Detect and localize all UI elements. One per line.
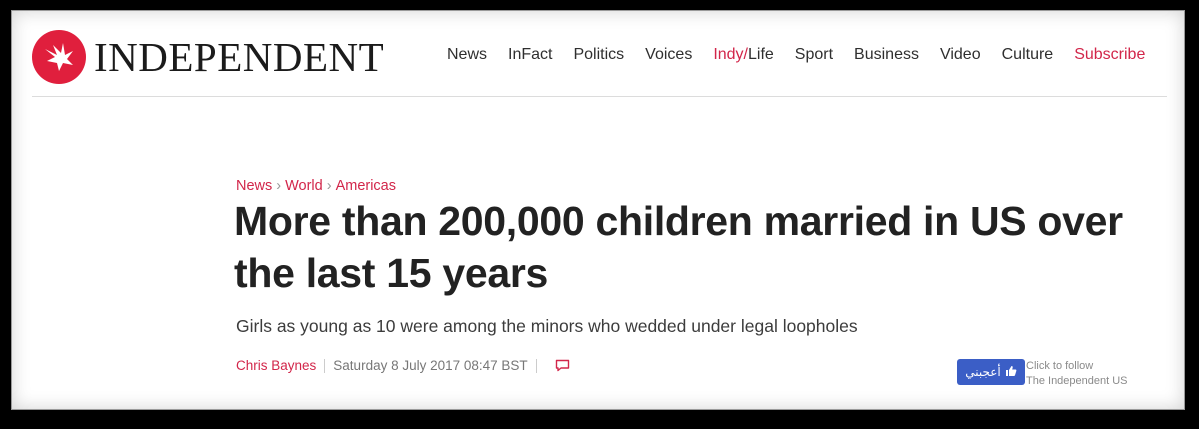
eagle-logo-icon xyxy=(32,30,86,84)
byline: Chris Baynes Saturday 8 July 2017 08:47 … xyxy=(236,358,570,373)
nav-item-video[interactable]: Video xyxy=(940,46,981,64)
main-nav: News InFact Politics Voices Indy/Life Sp… xyxy=(447,46,1145,64)
thumbs-up-icon xyxy=(1005,365,1017,380)
like-label: أعجبني xyxy=(965,365,1001,379)
facebook-like-button[interactable]: أعجبني xyxy=(957,359,1025,385)
breadcrumb-news[interactable]: News xyxy=(236,178,272,194)
indy-prefix: Indy/ xyxy=(713,46,748,63)
nav-item-voices[interactable]: Voices xyxy=(645,46,692,64)
nav-item-business[interactable]: Business xyxy=(854,46,919,64)
byline-divider xyxy=(324,358,326,373)
breadcrumb-separator: › xyxy=(276,178,282,194)
breadcrumb: News › World › Americas xyxy=(236,178,396,194)
nav-item-news[interactable]: News xyxy=(447,46,487,64)
breadcrumb-world[interactable]: World xyxy=(285,178,323,194)
article-headline: More than 200,000 children married in US… xyxy=(234,198,1123,296)
brand-name: INDEPENDENT xyxy=(94,33,385,80)
byline-divider xyxy=(535,358,537,373)
nav-item-politics[interactable]: Politics xyxy=(573,46,624,64)
nav-item-sport[interactable]: Sport xyxy=(795,46,833,64)
breadcrumb-americas[interactable]: Americas xyxy=(336,178,396,194)
comment-icon[interactable] xyxy=(555,359,570,372)
nav-item-infact[interactable]: InFact xyxy=(508,46,552,64)
indy-suffix: Life xyxy=(748,46,774,63)
article-subheadline: Girls as young as 10 were among the mino… xyxy=(236,316,858,336)
publish-date: Saturday 8 July 2017 08:47 BST xyxy=(333,358,528,373)
article-page: INDEPENDENT News InFact Politics Voices … xyxy=(12,11,1184,409)
follow-prompt[interactable]: Click to follow The Independent US xyxy=(1026,359,1128,389)
follow-line-2: The Independent US xyxy=(1026,375,1128,387)
author-link[interactable]: Chris Baynes xyxy=(236,358,316,373)
nav-item-culture[interactable]: Culture xyxy=(1002,46,1054,64)
breadcrumb-separator: › xyxy=(326,178,332,194)
site-logo[interactable]: INDEPENDENT xyxy=(32,29,384,85)
nav-item-indy-life[interactable]: Indy/Life xyxy=(713,46,773,64)
header-divider xyxy=(32,96,1167,97)
follow-line-1: Click to follow xyxy=(1026,360,1094,372)
subscribe-link[interactable]: Subscribe xyxy=(1074,46,1145,64)
